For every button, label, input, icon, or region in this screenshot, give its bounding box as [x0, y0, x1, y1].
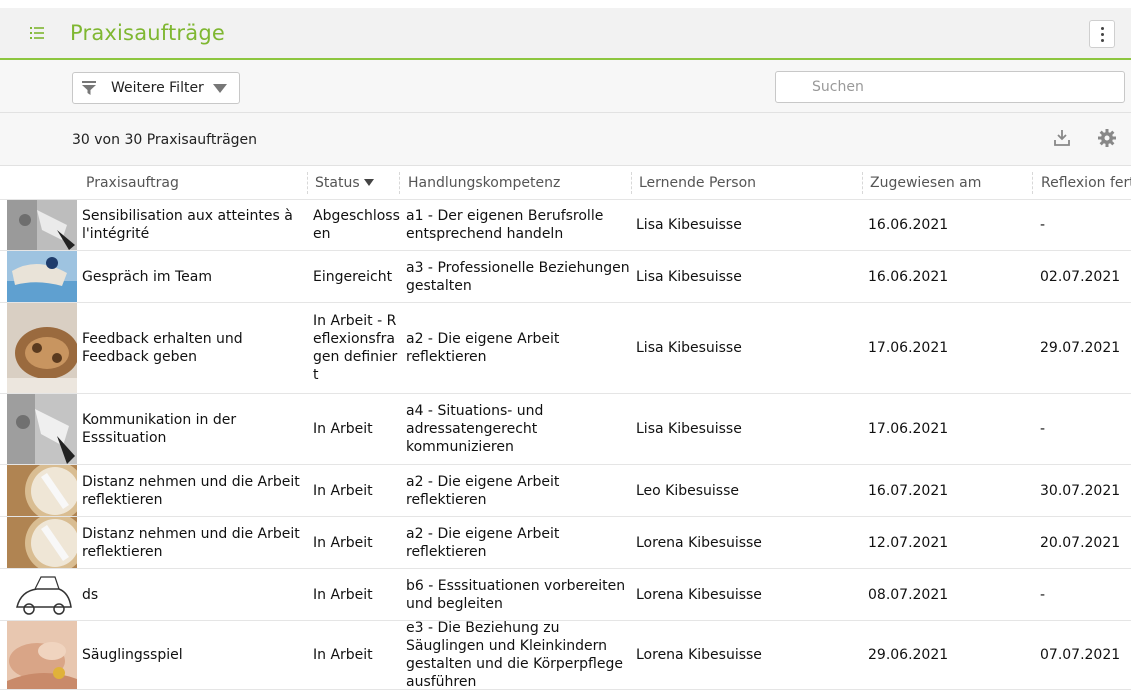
kompetenz-cell: e3 - Die Beziehung zu Säuglingen und Kle…	[406, 620, 623, 690]
person-cell: Lisa Kibesuisse	[636, 268, 742, 285]
status-cell: Abgeschlossen	[313, 208, 400, 242]
thumbnail-image	[7, 517, 77, 568]
person-cell: Lisa Kibesuisse	[636, 340, 742, 356]
kompetenz-cell: a3 - Professionelle Beziehungen gestalte…	[406, 259, 630, 294]
zugewiesen-cell: 16.06.2021	[868, 217, 949, 233]
column-header-status[interactable]: Status	[315, 175, 374, 191]
table-row[interactable]: Kommunikation in der Esssituation In Arb…	[0, 394, 1131, 465]
sort-desc-icon	[363, 179, 374, 186]
reflexion-cell: 07.07.2021	[1040, 647, 1121, 663]
page-header: Praxisaufträge	[0, 8, 1131, 60]
more-options-button[interactable]	[1089, 20, 1115, 48]
person-cell: Lorena Kibesuisse	[636, 586, 762, 603]
column-header-lernende-person[interactable]: Lernende Person	[639, 175, 756, 191]
results-bar: 30 von 30 Praxisaufträgen	[0, 113, 1131, 166]
person-cell: Leo Kibesuisse	[636, 482, 740, 499]
praxisauftrag-cell: ds	[82, 586, 99, 603]
search-input[interactable]	[775, 71, 1125, 103]
praxisauftrag-cell: Feedback erhalten und Feedback geben	[82, 331, 243, 365]
person-cell: Lisa Kibesuisse	[636, 421, 742, 437]
chevron-down-icon	[213, 84, 227, 93]
thumbnail-image	[7, 621, 77, 689]
table-row[interactable]: Feedback erhalten und Feedback geben In …	[0, 303, 1131, 394]
reflexion-cell: -	[1040, 586, 1046, 603]
funnel-icon	[82, 81, 96, 95]
praxisauftrag-cell: Säuglingsspiel	[82, 647, 183, 663]
table-header: Praxisauftrag Status Handlungskompetenz …	[0, 166, 1131, 200]
column-header-zugewiesen-am[interactable]: Zugewiesen am	[870, 175, 981, 191]
zugewiesen-cell: 29.06.2021	[868, 647, 949, 663]
gear-icon[interactable]	[1097, 128, 1117, 148]
status-cell: In Arbeit	[313, 586, 373, 603]
filter-bar: Weitere Filter	[0, 60, 1131, 113]
zugewiesen-cell: 12.07.2021	[868, 534, 949, 551]
praxisauftrag-cell: Gespräch im Team	[82, 268, 212, 285]
person-cell: Lisa Kibesuisse	[636, 217, 742, 233]
kompetenz-cell: a1 - Der eigenen Berufsrolle entsprechen…	[406, 208, 604, 242]
kompetenz-cell: a2 - Die eigene Arbeit reflektieren	[406, 331, 560, 365]
praxisauftrag-cell: Kommunikation in der Esssituation	[82, 412, 237, 446]
zugewiesen-cell: 08.07.2021	[868, 586, 949, 603]
reflexion-cell: 02.07.2021	[1040, 268, 1121, 285]
page-title: Praxisaufträge	[70, 21, 225, 45]
table-row[interactable]: Sensibilisation aux atteintes à l'intégr…	[0, 200, 1131, 251]
more-filters-label: Weitere Filter	[111, 80, 204, 96]
kompetenz-cell: a4 - Situations- und adressatengerecht k…	[406, 403, 544, 455]
thumbnail-image	[7, 394, 77, 464]
table-row[interactable]: Gespräch im Team Eingereicht a3 - Profes…	[0, 251, 1131, 303]
reflexion-cell: -	[1040, 217, 1046, 233]
thumbnail-image	[7, 465, 77, 516]
status-cell: In Arbeit	[313, 647, 373, 663]
status-cell: In Arbeit	[313, 421, 373, 437]
column-header-reflexion[interactable]: Reflexion fert	[1041, 175, 1131, 191]
praxisauftrag-cell: Distanz nehmen und die Arbeit reflektier…	[82, 525, 300, 560]
praxisauftrag-cell: Distanz nehmen und die Arbeit reflektier…	[82, 473, 300, 508]
thumbnail-image	[7, 569, 77, 620]
status-cell: In Arbeit	[313, 534, 373, 551]
reflexion-cell: -	[1040, 421, 1046, 437]
zugewiesen-cell: 17.06.2021	[868, 340, 949, 356]
person-cell: Lorena Kibesuisse	[636, 534, 762, 551]
status-cell: In Arbeit	[313, 482, 373, 499]
list-icon	[30, 27, 44, 39]
reflexion-cell: 29.07.2021	[1040, 340, 1121, 356]
kompetenz-cell: a2 - Die eigene Arbeit reflektieren	[406, 473, 560, 508]
thumbnail-image	[7, 251, 77, 302]
person-cell: Lorena Kibesuisse	[636, 647, 762, 663]
zugewiesen-cell: 16.06.2021	[868, 268, 949, 285]
table-row[interactable]: ds In Arbeit b6 - Esssituationen vorbere…	[0, 569, 1131, 621]
kebab-icon	[1101, 27, 1104, 30]
praxisauftrag-cell: Sensibilisation aux atteintes à l'intégr…	[82, 208, 293, 242]
table-row[interactable]: Distanz nehmen und die Arbeit reflektier…	[0, 465, 1131, 517]
status-cell: Eingereicht	[313, 268, 393, 285]
kompetenz-cell: b6 - Esssituationen vorbereiten und begl…	[406, 577, 626, 612]
kompetenz-cell: a2 - Die eigene Arbeit reflektieren	[406, 525, 560, 560]
zugewiesen-cell: 17.06.2021	[868, 421, 949, 437]
table-row[interactable]: Distanz nehmen und die Arbeit reflektier…	[0, 517, 1131, 569]
table-row[interactable]: Säuglingsspiel In Arbeit e3 - Die Bezieh…	[0, 620, 1131, 690]
result-count: 30 von 30 Praxisaufträgen	[72, 132, 258, 148]
thumbnail-image	[7, 200, 77, 250]
zugewiesen-cell: 16.07.2021	[868, 482, 949, 499]
reflexion-cell: 20.07.2021	[1040, 534, 1121, 551]
thumbnail-image	[7, 303, 77, 393]
column-header-praxisauftrag[interactable]: Praxisauftrag	[86, 175, 179, 191]
download-icon[interactable]	[1052, 128, 1072, 148]
column-header-handlungskompetenz[interactable]: Handlungskompetenz	[408, 175, 560, 191]
reflexion-cell: 30.07.2021	[1040, 482, 1121, 499]
status-cell: In Arbeit - Reflexionsfragen definiert	[313, 313, 398, 383]
more-filters-button[interactable]: Weitere Filter	[72, 72, 240, 104]
